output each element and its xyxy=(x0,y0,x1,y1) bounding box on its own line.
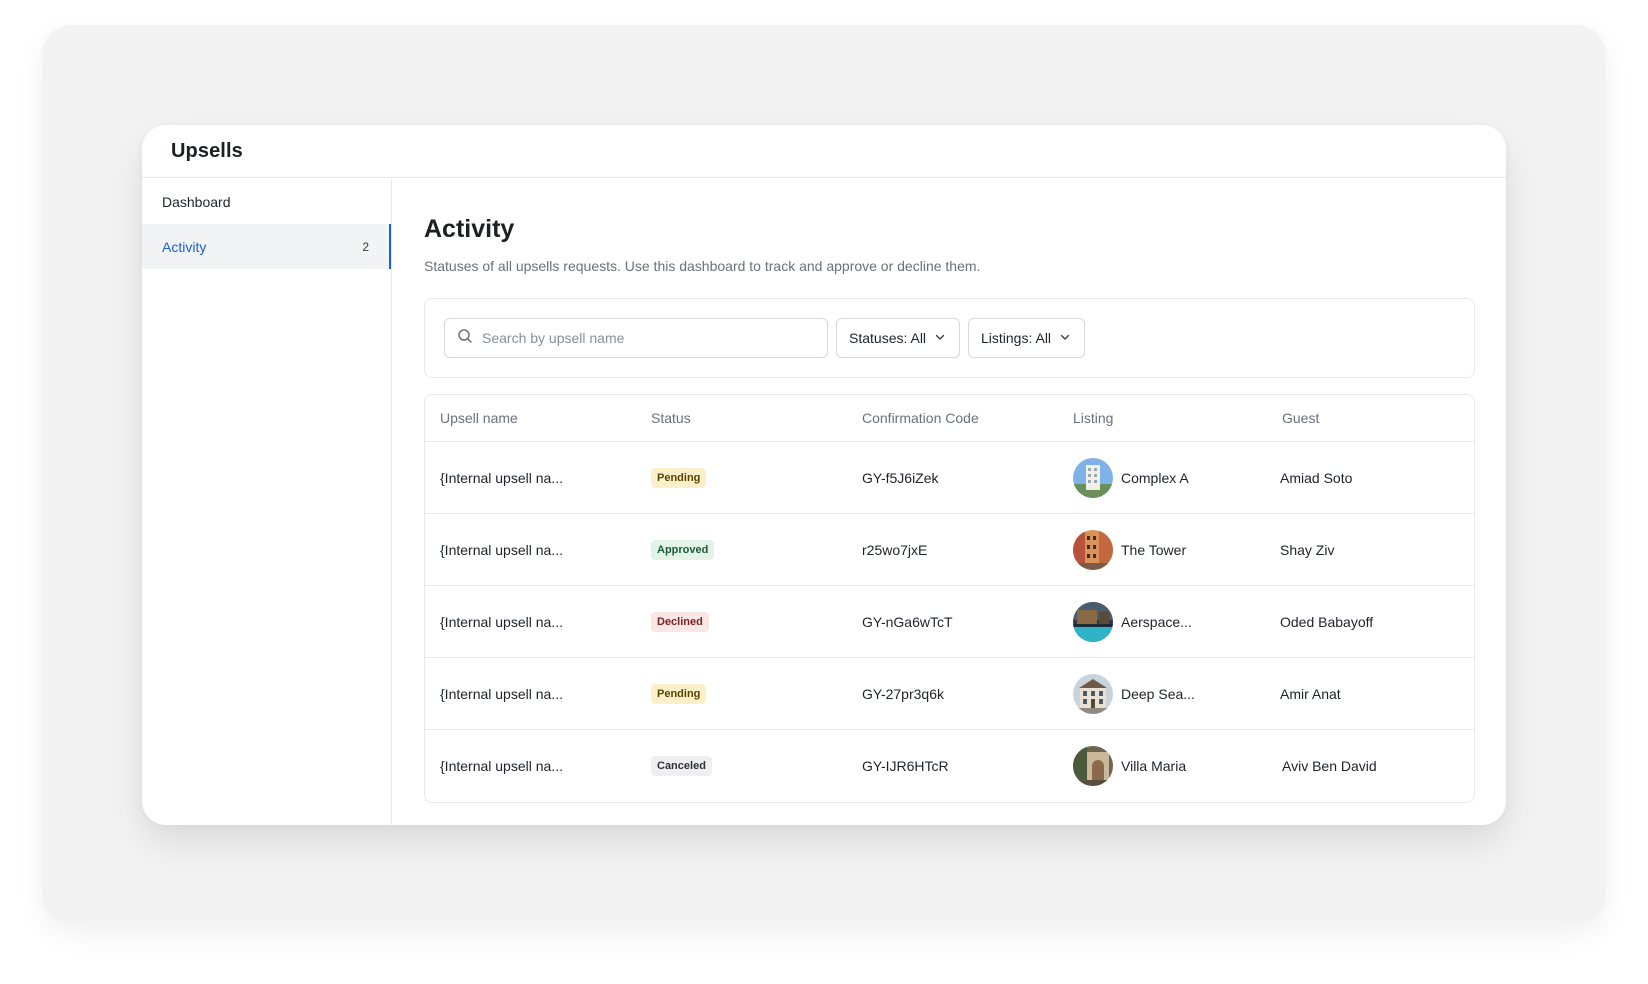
listings-filter-dropdown[interactable]: Listings: All xyxy=(968,318,1085,358)
guest-cell: Amiad Soto xyxy=(1280,469,1353,486)
column-header-guest[interactable]: Guest xyxy=(1267,410,1474,426)
listing-photo xyxy=(1073,457,1113,498)
page-title: Activity xyxy=(424,215,515,243)
listing-name-cell: The Tower xyxy=(1121,541,1187,558)
top-bar: Upsells xyxy=(142,125,1506,178)
status-badge: Declined xyxy=(651,611,709,632)
confirmation-code-cell: GY-f5J6iZek xyxy=(862,469,939,486)
column-header-listing[interactable]: Listing xyxy=(1058,410,1267,426)
confirmation-code-cell: GY-27pr3q6k xyxy=(862,685,944,702)
table-row[interactable]: {Internal upsell na... Approved r25wo7jx… xyxy=(425,514,1474,586)
page-subtitle: Statuses of all upsells requests. Use th… xyxy=(424,258,981,274)
guest-cell: Aviv Ben David xyxy=(1282,758,1377,774)
column-header-upsell-name[interactable]: Upsell name xyxy=(425,410,636,426)
listings-filter-label: Listings: All xyxy=(981,330,1052,346)
app-title: Upsells xyxy=(171,139,243,162)
listing-name-cell: Aerspace... xyxy=(1121,613,1192,630)
chevron-down-icon xyxy=(1059,330,1071,346)
table-row[interactable]: {Internal upsell na... Pending GY-f5J6iZ… xyxy=(425,442,1474,514)
listing-photo xyxy=(1073,601,1113,642)
confirmation-code-cell: GY-nGa6wTcT xyxy=(862,613,953,630)
listing-photo xyxy=(1073,529,1113,570)
sidebar: Dashboard Activity 2 xyxy=(142,179,392,825)
status-badge: Approved xyxy=(651,539,715,560)
search-box[interactable] xyxy=(444,318,828,358)
search-input[interactable] xyxy=(482,330,815,346)
search-icon xyxy=(457,328,473,349)
table-header: Upsell name Status Confirmation Code Lis… xyxy=(425,395,1474,442)
sidebar-item-activity[interactable]: Activity 2 xyxy=(142,224,391,269)
sidebar-item-label: Activity xyxy=(162,238,207,255)
listing-photo xyxy=(1073,673,1113,714)
column-header-status[interactable]: Status xyxy=(636,410,847,426)
table-row[interactable]: {Internal upsell na... Canceled GY-IJR6H… xyxy=(425,730,1474,802)
filter-bar: Statuses: All Listings: All xyxy=(424,298,1475,378)
listing-name-cell: Deep Sea... xyxy=(1121,685,1195,702)
app-window: Upsells Dashboard Activity 2 Activity St… xyxy=(142,125,1506,825)
column-header-confirmation-code[interactable]: Confirmation Code xyxy=(847,410,1058,426)
table-row[interactable]: {Internal upsell na... Declined GY-nGa6w… xyxy=(425,586,1474,658)
chevron-down-icon xyxy=(934,330,946,346)
guest-cell: Oded Babayoff xyxy=(1280,613,1374,630)
main-content: Activity Statuses of all upsells request… xyxy=(393,179,1506,825)
statuses-filter-dropdown[interactable]: Statuses: All xyxy=(836,318,960,358)
upsell-name-cell: {Internal upsell na... xyxy=(440,758,563,774)
listing-name-cell: Villa Maria xyxy=(1121,758,1187,774)
statuses-filter-label: Statuses: All xyxy=(849,330,927,346)
upsell-name-cell: {Internal upsell na... xyxy=(440,685,563,702)
status-badge: Pending xyxy=(651,467,707,488)
activity-table: Upsell name Status Confirmation Code Lis… xyxy=(424,394,1475,803)
guest-cell: Shay Ziv xyxy=(1280,541,1335,558)
sidebar-item-label: Dashboard xyxy=(162,193,231,210)
upsell-name-cell: {Internal upsell na... xyxy=(440,469,563,486)
upsell-name-cell: {Internal upsell na... xyxy=(440,613,563,630)
table-row[interactable]: {Internal upsell na... Pending GY-27pr3q… xyxy=(425,658,1474,730)
confirmation-code-cell: GY-IJR6HTcR xyxy=(862,758,949,774)
confirmation-code-cell: r25wo7jxE xyxy=(862,541,928,558)
status-badge: Canceled xyxy=(651,756,712,776)
status-badge: Pending xyxy=(651,683,707,704)
activity-count-badge: 2 xyxy=(362,239,369,254)
guest-cell: Amir Anat xyxy=(1280,685,1341,702)
upsell-name-cell: {Internal upsell na... xyxy=(440,541,563,558)
sidebar-item-dashboard[interactable]: Dashboard xyxy=(142,179,391,224)
listing-name-cell: Complex A xyxy=(1121,469,1189,486)
listing-photo xyxy=(1073,746,1113,786)
